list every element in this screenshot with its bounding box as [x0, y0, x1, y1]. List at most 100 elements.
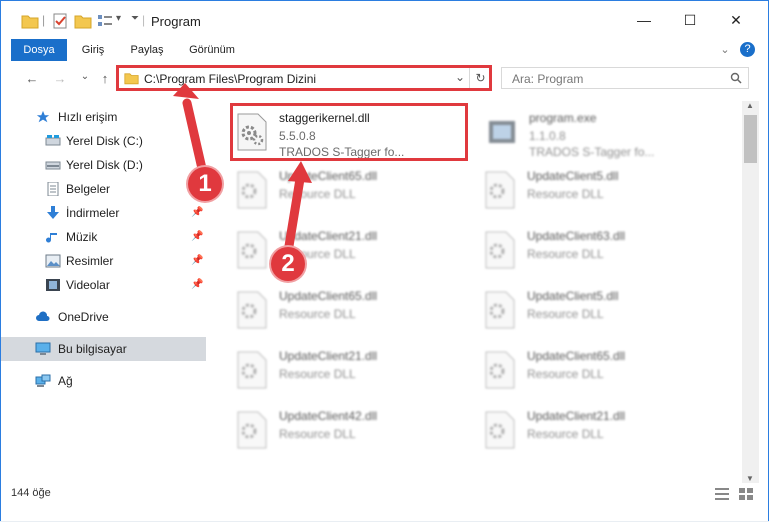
status-bar: 144 öğe	[1, 483, 768, 521]
file-item[interactable]: program.exe 1.1.0.8 TRADOS S-Tagger fo..…	[481, 105, 721, 159]
explorer-window: | ▾ ⏷ | Program — ☐ ✕ Dosya Giriş Paylaş…	[0, 0, 769, 521]
scrollbar-thumb[interactable]	[744, 115, 757, 163]
download-icon	[47, 206, 59, 219]
folder-icon	[21, 15, 39, 29]
sidebar-item-quick-access[interactable]: Hızlı erişim	[1, 105, 206, 129]
file-item[interactable]: UpdateClient5.dll Resource DLL	[479, 283, 719, 335]
file-type: Resource DLL	[279, 367, 356, 381]
sidebar-item-label: Ağ	[58, 374, 73, 388]
drive-icon	[45, 161, 61, 170]
file-name: UpdateClient65.dll	[279, 169, 378, 183]
properties-icon[interactable]	[52, 13, 68, 29]
new-folder-icon[interactable]	[74, 13, 92, 29]
tab-paylas[interactable]: Paylaş	[123, 39, 171, 61]
file-item[interactable]: UpdateClient21.dll Resource DLL	[231, 343, 471, 395]
file-name: UpdateClient65.dll	[527, 349, 626, 363]
file-type: Resource DLL	[527, 307, 604, 321]
search-placeholder[interactable]: Ara: Program	[512, 72, 583, 86]
sidebar-item-label: Bu bilgisayar	[58, 342, 127, 356]
qa-dropdown-icon[interactable]: ▾	[116, 13, 121, 29]
sidebar-item-label: İndirmeler	[66, 206, 120, 220]
minimize-button[interactable]: —	[621, 1, 667, 39]
file-name: UpdateClient65.dll	[279, 289, 378, 303]
network-icon	[35, 374, 51, 387]
sidebar-item-label: Videolar	[66, 278, 110, 292]
customize-toolbar-icon[interactable]	[97, 13, 113, 29]
pin-icon[interactable]: 📌	[191, 273, 203, 297]
file-item[interactable]: UpdateClient5.dll Resource DLL	[479, 163, 719, 215]
sidebar-item-pictures[interactable]: Resimler 📌	[1, 249, 206, 273]
videos-icon	[46, 279, 60, 291]
file-item[interactable]: UpdateClient21.dll Resource DLL	[479, 403, 719, 455]
recent-locations-button[interactable]: ⌄	[76, 71, 94, 87]
pin-icon[interactable]: 📌	[191, 201, 203, 225]
file-highlight-box	[230, 103, 468, 161]
scroll-down-icon[interactable]: ▼	[746, 474, 754, 483]
exe-icon	[489, 121, 515, 143]
title-separator: |	[142, 13, 146, 27]
file-description: TRADOS S-Tagger fo...	[529, 145, 655, 159]
up-button[interactable]: ↑	[96, 71, 114, 87]
sidebar-item-music[interactable]: Müzik 📌	[1, 225, 206, 249]
star-icon	[36, 110, 50, 123]
sidebar-item-this-pc[interactable]: Bu bilgisayar	[1, 337, 206, 361]
file-name: UpdateClient21.dll	[527, 409, 626, 423]
file-name: UpdateClient42.dll	[279, 409, 378, 423]
details-view-icon[interactable]	[714, 487, 730, 501]
pin-icon[interactable]: 📌	[191, 249, 203, 273]
scroll-up-icon[interactable]: ▲	[746, 101, 754, 110]
maximize-button[interactable]: ☐	[667, 1, 713, 39]
computer-icon	[35, 342, 51, 355]
file-name: UpdateClient5.dll	[527, 289, 619, 303]
dll-gear-icon	[485, 411, 515, 449]
vertical-scrollbar[interactable]: ▲ ▼	[742, 101, 759, 483]
search-icon	[730, 72, 742, 84]
sidebar-item-onedrive[interactable]: OneDrive	[1, 305, 206, 329]
dll-gear-icon	[237, 291, 267, 329]
tab-dosya[interactable]: Dosya	[11, 39, 67, 61]
qa-customize-icon[interactable]: ⏷	[131, 13, 139, 29]
ribbon-tabs: Dosya Giriş Paylaş Görünüm ⌄ ?	[1, 39, 768, 62]
file-item[interactable]: UpdateClient65.dll Resource DLL	[479, 343, 719, 395]
sidebar-item-network[interactable]: Ağ	[1, 369, 206, 393]
pin-icon[interactable]: 📌	[191, 225, 203, 249]
sidebar-item-label: Müzik	[66, 230, 98, 244]
pictures-icon	[45, 254, 61, 268]
file-item[interactable]: UpdateClient65.dll Resource DLL	[231, 163, 471, 215]
close-button[interactable]: ✕	[713, 1, 759, 39]
expand-ribbon-icon[interactable]: ⌄	[717, 39, 733, 61]
file-item[interactable]: UpdateClient42.dll Resource DLL	[231, 403, 471, 455]
sidebar-item-local-disk-d[interactable]: Yerel Disk (D:)	[1, 153, 206, 177]
file-type: Resource DLL	[527, 367, 604, 381]
music-icon	[46, 231, 57, 243]
file-type: Resource DLL	[527, 247, 604, 261]
help-icon[interactable]: ?	[740, 42, 755, 57]
cloud-icon	[36, 311, 50, 321]
dll-gear-icon	[237, 351, 267, 389]
file-name: UpdateClient5.dll	[527, 169, 619, 183]
file-item[interactable]: UpdateClient65.dll Resource DLL	[231, 283, 471, 335]
dll-gear-icon	[237, 411, 267, 449]
drive-icon	[45, 135, 61, 146]
sidebar-item-local-disk-c[interactable]: Yerel Disk (C:)	[1, 129, 206, 153]
file-item[interactable]: UpdateClient63.dll Resource DLL	[479, 223, 719, 275]
back-button[interactable]: ←	[23, 71, 41, 87]
file-name: program.exe	[529, 111, 597, 125]
file-name: UpdateClient21.dll	[279, 349, 378, 363]
sidebar-item-label: OneDrive	[58, 310, 109, 324]
sidebar-item-videos[interactable]: Videolar 📌	[1, 273, 206, 297]
search-box[interactable]: Ara: Program	[501, 67, 749, 89]
sidebar-item-label: Belgeler	[66, 182, 111, 196]
large-icons-view-icon[interactable]	[738, 487, 754, 501]
file-item[interactable]: UpdateClient21.dll Resource DLL	[231, 223, 471, 275]
sidebar-item-downloads[interactable]: İndirmeler 📌	[1, 201, 206, 225]
file-name: UpdateClient21.dll	[279, 229, 378, 243]
navigation-pane: Hızlı erişim Yerel Disk (C:) Yerel Disk …	[1, 101, 211, 501]
sidebar-item-label: Yerel Disk (C:)	[66, 134, 143, 148]
sidebar-item-label: Resimler	[66, 254, 114, 268]
tab-giris[interactable]: Giriş	[73, 39, 113, 61]
tab-gorunum[interactable]: Görünüm	[182, 39, 242, 61]
file-type: Resource DLL	[279, 187, 356, 201]
sidebar-item-documents[interactable]: Belgeler	[1, 177, 206, 201]
forward-button[interactable]: →	[51, 71, 69, 87]
